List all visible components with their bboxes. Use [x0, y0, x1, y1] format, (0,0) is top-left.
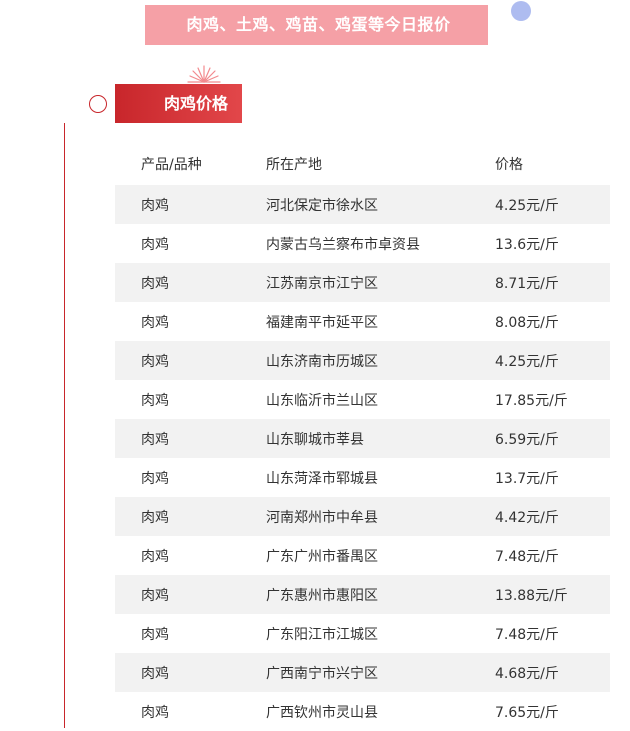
cell-price: 8.08元/斤	[495, 314, 559, 331]
firework-icon	[187, 65, 221, 83]
cell-product: 肉鸡	[141, 587, 169, 604]
page-banner: 肉鸡、土鸡、鸡苗、鸡蛋等今日报价	[145, 5, 488, 45]
cell-origin: 山东临沂市兰山区	[266, 392, 378, 409]
cell-origin: 江苏南京市江宁区	[266, 275, 378, 292]
cell-product: 肉鸡	[141, 431, 169, 448]
cell-price: 6.59元/斤	[495, 431, 559, 448]
cell-origin: 内蒙古乌兰察布市卓资县	[266, 236, 420, 253]
cell-product: 肉鸡	[141, 314, 169, 331]
cell-product: 肉鸡	[141, 392, 169, 409]
cell-price: 8.71元/斤	[495, 275, 559, 292]
table-row: 肉鸡 广西南宁市兴宁区 4.68元/斤	[115, 653, 610, 692]
cell-product: 肉鸡	[141, 236, 169, 253]
cell-price: 7.48元/斤	[495, 548, 559, 565]
table-row: 肉鸡 内蒙古乌兰察布市卓资县 13.6元/斤	[115, 224, 610, 263]
cell-price: 4.68元/斤	[495, 665, 559, 682]
table-row: 肉鸡 山东临沂市兰山区 17.85元/斤	[115, 380, 610, 419]
header-origin: 所在产地	[266, 157, 322, 173]
cell-product: 肉鸡	[141, 275, 169, 292]
cell-price: 13.6元/斤	[495, 236, 559, 253]
cell-origin: 广西钦州市灵山县	[266, 704, 378, 721]
table-row: 肉鸡 福建南平市延平区 8.08元/斤	[115, 302, 610, 341]
cell-product: 肉鸡	[141, 470, 169, 487]
table-row: 肉鸡 山东菏泽市郓城县 13.7元/斤	[115, 458, 610, 497]
header-price: 价格	[495, 157, 523, 173]
table-row: 肉鸡 山东聊城市莘县 6.59元/斤	[115, 419, 610, 458]
cell-product: 肉鸡	[141, 197, 169, 214]
table-row: 肉鸡 广东阳江市江城区 7.48元/斤	[115, 614, 610, 653]
cell-origin: 广东广州市番禺区	[266, 548, 378, 565]
banner-title: 肉鸡、土鸡、鸡苗、鸡蛋等今日报价	[186, 15, 451, 34]
cell-product: 肉鸡	[141, 548, 169, 565]
cell-origin: 广东惠州市惠阳区	[266, 587, 378, 604]
header-product: 产品/品种	[141, 157, 202, 173]
cell-origin: 河南郑州市中牟县	[266, 509, 378, 526]
timeline-circle-icon	[89, 95, 107, 113]
timeline-line	[64, 123, 65, 728]
cell-product: 肉鸡	[141, 509, 169, 526]
cell-origin: 山东聊城市莘县	[266, 431, 364, 448]
cell-origin: 广西南宁市兴宁区	[266, 665, 378, 682]
cell-origin: 山东菏泽市郓城县	[266, 470, 378, 487]
cell-price: 17.85元/斤	[495, 392, 568, 409]
price-table: 产品/品种 所在产地 价格 肉鸡 河北保定市徐水区 4.25元/斤 肉鸡 内蒙古乌兰察布…	[115, 143, 610, 731]
cell-price: 4.42元/斤	[495, 509, 559, 526]
cell-product: 肉鸡	[141, 626, 169, 643]
cell-product: 肉鸡	[141, 665, 169, 682]
cell-price: 4.25元/斤	[495, 197, 559, 214]
cell-price: 7.65元/斤	[495, 704, 559, 721]
cell-product: 肉鸡	[141, 353, 169, 370]
cell-price: 4.25元/斤	[495, 353, 559, 370]
table-row: 肉鸡 河南郑州市中牟县 4.42元/斤	[115, 497, 610, 536]
cell-product: 肉鸡	[141, 704, 169, 721]
table-row: 肉鸡 广东惠州市惠阳区 13.88元/斤	[115, 575, 610, 614]
cell-origin: 福建南平市延平区	[266, 314, 378, 331]
table-header-row: 产品/品种 所在产地 价格	[115, 143, 610, 185]
decorative-dot	[511, 1, 531, 21]
cell-price: 13.88元/斤	[495, 587, 568, 604]
table-row: 肉鸡 广西钦州市灵山县 7.65元/斤	[115, 692, 610, 731]
table-row: 肉鸡 山东济南市历城区 4.25元/斤	[115, 341, 610, 380]
table-row: 肉鸡 河北保定市徐水区 4.25元/斤	[115, 185, 610, 224]
table-row: 肉鸡 广东广州市番禺区 7.48元/斤	[115, 536, 610, 575]
cell-origin: 广东阳江市江城区	[266, 626, 378, 643]
cell-origin: 河北保定市徐水区	[266, 197, 378, 214]
cell-price: 13.7元/斤	[495, 470, 559, 487]
table-row: 肉鸡 江苏南京市江宁区 8.71元/斤	[115, 263, 610, 302]
cell-price: 7.48元/斤	[495, 626, 559, 643]
cell-origin: 山东济南市历城区	[266, 353, 378, 370]
